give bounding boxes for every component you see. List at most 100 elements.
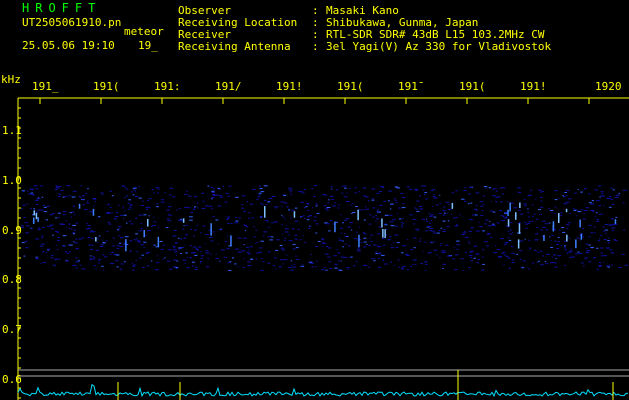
noise-speck bbox=[464, 236, 469, 238]
noise-speck bbox=[454, 269, 458, 271]
noise-speck bbox=[135, 196, 139, 197]
noise-speck bbox=[610, 198, 614, 200]
noise-speck bbox=[42, 262, 47, 264]
noise-speck bbox=[474, 208, 477, 210]
noise-speck bbox=[363, 246, 367, 248]
noise-speck bbox=[202, 225, 206, 227]
noise-speck bbox=[165, 227, 169, 229]
noise-speck bbox=[132, 194, 135, 196]
noise-speck bbox=[106, 212, 110, 214]
noise-speck bbox=[194, 206, 197, 208]
noise-speck bbox=[166, 209, 171, 211]
noise-speck bbox=[622, 202, 625, 204]
noise-speck bbox=[532, 262, 535, 264]
noise-speck bbox=[303, 215, 305, 217]
noise-speck bbox=[391, 244, 393, 246]
noise-speck bbox=[503, 243, 508, 245]
noise-speck bbox=[599, 247, 604, 249]
noise-speck bbox=[470, 202, 473, 204]
noise-speck bbox=[37, 229, 40, 231]
noise-speck bbox=[430, 220, 432, 221]
noise-speck bbox=[492, 188, 495, 190]
noise-speck bbox=[162, 258, 165, 260]
noise-speck bbox=[381, 254, 385, 256]
noise-speck bbox=[52, 234, 54, 236]
noise-speck bbox=[251, 217, 254, 219]
noise-speck bbox=[308, 228, 311, 229]
noise-speck bbox=[213, 188, 215, 190]
noise-speck bbox=[194, 196, 197, 198]
noise-speck bbox=[378, 226, 382, 228]
field-separator: : bbox=[312, 40, 319, 53]
noise-speck bbox=[513, 207, 518, 209]
noise-speck bbox=[264, 220, 269, 222]
noise-speck bbox=[321, 269, 325, 271]
noise-speck bbox=[621, 253, 625, 255]
noise-speck bbox=[288, 189, 293, 191]
noise-speck bbox=[560, 212, 563, 214]
noise-speck bbox=[610, 218, 614, 220]
noise-speck bbox=[95, 249, 98, 251]
noise-speck bbox=[338, 204, 340, 206]
noise-speck bbox=[528, 221, 532, 223]
meteor-echo bbox=[543, 235, 545, 241]
noise-speck bbox=[462, 270, 465, 271]
noise-speck bbox=[584, 258, 587, 260]
noise-speck bbox=[376, 192, 380, 194]
noise-speck bbox=[42, 204, 46, 206]
noise-speck bbox=[122, 207, 124, 209]
meteor-echo bbox=[515, 212, 517, 220]
noise-speck bbox=[379, 190, 382, 192]
noise-speck bbox=[397, 259, 400, 261]
noise-speck bbox=[69, 244, 73, 246]
noise-speck bbox=[480, 205, 483, 207]
noise-speck bbox=[339, 227, 343, 229]
noise-speck bbox=[368, 244, 371, 246]
noise-speck bbox=[375, 251, 378, 253]
noise-speck bbox=[72, 190, 77, 192]
noise-speck bbox=[45, 252, 48, 254]
noise-speck bbox=[377, 245, 380, 247]
noise-speck bbox=[357, 250, 361, 252]
noise-speck bbox=[192, 252, 196, 253]
noise-speck bbox=[193, 208, 196, 210]
noise-speck bbox=[614, 240, 618, 242]
noise-speck bbox=[577, 211, 582, 213]
noise-speck bbox=[395, 246, 399, 248]
noise-speck bbox=[344, 196, 348, 198]
noise-speck bbox=[156, 203, 159, 205]
meteor-echo bbox=[566, 234, 568, 242]
noise-speck bbox=[243, 210, 246, 212]
noise-speck bbox=[130, 205, 132, 207]
noise-speck bbox=[535, 198, 537, 200]
noise-speck bbox=[106, 231, 109, 233]
noise-speck bbox=[140, 244, 144, 246]
noise-speck bbox=[338, 269, 343, 271]
noise-speck bbox=[246, 246, 249, 248]
noise-speck bbox=[329, 220, 333, 222]
noise-speck bbox=[228, 185, 232, 187]
noise-speck bbox=[112, 237, 115, 239]
noise-speck bbox=[102, 254, 105, 256]
noise-speck bbox=[234, 222, 238, 224]
noise-speck bbox=[343, 195, 345, 197]
noise-speck bbox=[263, 231, 268, 233]
noise-speck bbox=[331, 198, 334, 200]
noise-speck bbox=[382, 238, 385, 240]
noise-speck bbox=[490, 237, 493, 238]
noise-speck bbox=[64, 195, 68, 197]
noise-speck bbox=[468, 193, 471, 195]
noise-speck bbox=[600, 235, 603, 237]
noise-speck bbox=[210, 240, 214, 242]
noise-speck bbox=[594, 216, 596, 218]
noise-speck bbox=[427, 226, 431, 227]
noise-speck bbox=[344, 236, 347, 237]
noise-speck bbox=[112, 245, 115, 247]
noise-speck bbox=[467, 203, 470, 205]
noise-speck bbox=[281, 223, 283, 225]
noise-speck bbox=[537, 209, 541, 211]
noise-speck bbox=[443, 251, 447, 253]
noise-speck bbox=[64, 260, 69, 262]
noise-speck bbox=[72, 264, 77, 266]
noise-speck bbox=[508, 239, 512, 241]
